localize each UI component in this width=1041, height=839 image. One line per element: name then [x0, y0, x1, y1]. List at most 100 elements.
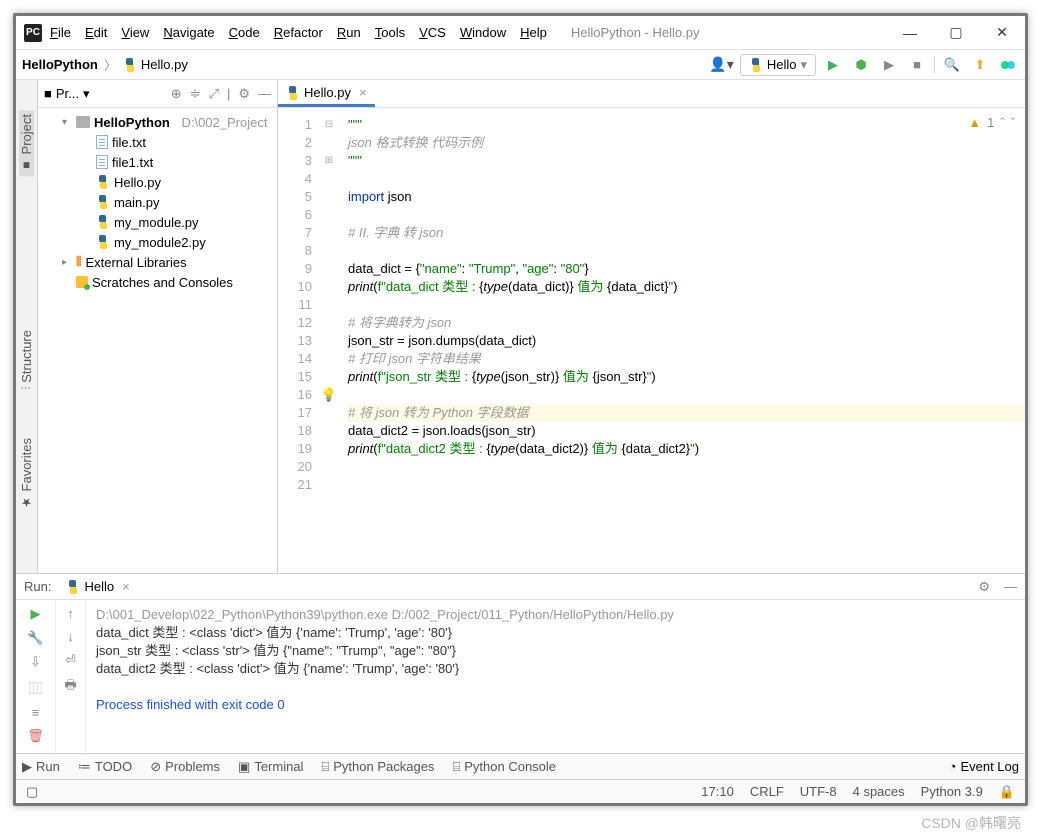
- code-line[interactable]: [348, 206, 1025, 224]
- expand-icon[interactable]: ≑: [190, 86, 201, 102]
- left-tab-structure[interactable]: ⫶ Structure: [19, 326, 34, 394]
- updates-button[interactable]: ⬆: [969, 54, 991, 76]
- tree-file[interactable]: Hello.py: [38, 172, 277, 192]
- tree-external-libraries[interactable]: ▸⫴ External Libraries: [38, 252, 277, 272]
- editor-tab-hello[interactable]: Hello.py ×: [278, 81, 375, 107]
- code-line[interactable]: print(f"data_dict2 类型 : {type(data_dict2…: [348, 440, 1025, 458]
- warning-icon[interactable]: ▲: [968, 114, 981, 132]
- coverage-button[interactable]: ▶: [878, 54, 900, 76]
- wrap-icon[interactable]: ⏎: [65, 652, 76, 668]
- code-line[interactable]: [348, 386, 1025, 404]
- down-icon[interactable]: ⇩: [30, 654, 41, 670]
- line-separator[interactable]: CRLF: [750, 784, 784, 799]
- indent-setting[interactable]: 4 spaces: [853, 784, 905, 799]
- python-interpreter[interactable]: Python 3.9: [921, 784, 983, 799]
- close-button[interactable]: ✕: [979, 16, 1025, 50]
- tree-file[interactable]: file1.txt: [38, 152, 277, 172]
- collapse-icon[interactable]: ⤢: [209, 86, 219, 102]
- maximize-button[interactable]: ▢: [933, 16, 979, 50]
- lock-icon[interactable]: 🔒: [999, 784, 1015, 800]
- tree-scratches[interactable]: Scratches and Consoles: [38, 272, 277, 292]
- menu-tools[interactable]: Tools: [375, 25, 405, 40]
- locate-icon[interactable]: ⊕: [171, 86, 182, 102]
- chevron-down-icon[interactable]: ˇ: [1011, 114, 1015, 132]
- status-indicator-icon[interactable]: ▢: [26, 784, 38, 800]
- tree-file[interactable]: main.py: [38, 192, 277, 212]
- code-line[interactable]: data_dict2 = json.loads(json_str): [348, 422, 1025, 440]
- code-line[interactable]: [348, 296, 1025, 314]
- menu-help[interactable]: Help: [520, 25, 547, 40]
- code-line[interactable]: # II. 字典 转 json: [348, 224, 1025, 242]
- menu-refactor[interactable]: Refactor: [274, 25, 323, 40]
- menu-code[interactable]: Code: [229, 25, 260, 40]
- left-tab-project[interactable]: ■ Project: [19, 110, 34, 176]
- run-settings-icon[interactable]: ⚙: [978, 579, 990, 595]
- debug-button[interactable]: ⬢: [850, 54, 872, 76]
- bottom-tab-python-packages[interactable]: ⌸Python Packages: [321, 759, 434, 775]
- menu-navigate[interactable]: Navigate: [163, 25, 214, 40]
- settings-icon[interactable]: ⚙: [238, 86, 250, 102]
- code-line[interactable]: data_dict = {"name": "Trump", "age": "80…: [348, 260, 1025, 278]
- run-tab-hello[interactable]: Hello ×: [59, 576, 136, 597]
- menu-run[interactable]: Run: [337, 25, 361, 40]
- breadcrumb-project[interactable]: HelloPython: [22, 57, 98, 72]
- code-line[interactable]: print(f"json_str 类型 : {type(json_str)} 值…: [348, 368, 1025, 386]
- caret-position[interactable]: 17:10: [701, 784, 734, 799]
- ide-button[interactable]: [997, 54, 1019, 76]
- search-button[interactable]: 🔍: [941, 54, 963, 76]
- bottom-tab-run[interactable]: ▶Run: [22, 759, 60, 775]
- code-line[interactable]: [348, 476, 1025, 494]
- bottom-tab-todo[interactable]: ≔TODO: [78, 759, 132, 775]
- event-log-button[interactable]: ◔Event Log: [949, 759, 1019, 774]
- menu-window[interactable]: Window: [460, 25, 506, 40]
- code-line[interactable]: print(f"data_dict 类型 : {type(data_dict)}…: [348, 278, 1025, 296]
- wrench-icon[interactable]: 🔧: [27, 630, 43, 646]
- run-button[interactable]: ▶: [822, 54, 844, 76]
- sidebar-title[interactable]: ■ Pr... ▾: [44, 86, 90, 102]
- tree-file[interactable]: my_module2.py: [38, 232, 277, 252]
- hide-icon[interactable]: —: [258, 86, 271, 102]
- code-line[interactable]: [348, 170, 1025, 188]
- menu-vcs[interactable]: VCS: [419, 25, 446, 40]
- menu-file[interactable]: File: [50, 25, 71, 40]
- print-icon[interactable]: 🖶: [64, 676, 76, 698]
- menu-edit[interactable]: Edit: [85, 25, 107, 40]
- menu-view[interactable]: View: [121, 25, 149, 40]
- code-line[interactable]: [348, 458, 1025, 476]
- code-line[interactable]: # 打印 json 字符串结果: [348, 350, 1025, 368]
- rerun-icon[interactable]: ▶: [31, 606, 41, 622]
- file-encoding[interactable]: UTF-8: [800, 784, 837, 799]
- up-arrow-icon[interactable]: ↑: [67, 606, 74, 621]
- code-editor[interactable]: 123456789101112131415161718192021 ⊟⊞💡 ""…: [278, 108, 1025, 573]
- layout-icon[interactable]: ⿲: [29, 678, 42, 697]
- filter-icon[interactable]: ≡: [32, 705, 40, 720]
- tree-file[interactable]: my_module.py: [38, 212, 277, 232]
- console-output[interactable]: D:\001_Develop\022_Python\Python39\pytho…: [86, 600, 1025, 753]
- down-arrow-icon[interactable]: ↓: [67, 629, 74, 644]
- code-line[interactable]: """: [348, 152, 1025, 170]
- bottom-tab-terminal[interactable]: ▣Terminal: [238, 759, 303, 775]
- run-label: Run:: [24, 579, 51, 594]
- left-tab-favorites[interactable]: ★ Favorites: [19, 434, 34, 513]
- chevron-up-icon[interactable]: ˆ: [1000, 114, 1004, 132]
- run-config-selector[interactable]: Hello ▾: [740, 54, 816, 76]
- breadcrumb-file[interactable]: Hello.py: [141, 57, 188, 72]
- code-line[interactable]: json_str = json.dumps(data_dict): [348, 332, 1025, 350]
- delete-icon[interactable]: 🗑: [27, 728, 44, 744]
- close-tab-icon[interactable]: ×: [359, 85, 367, 100]
- code-line[interactable]: import json: [348, 188, 1025, 206]
- code-line[interactable]: # 将 json 转为 Python 字段数据: [348, 404, 1025, 422]
- bottom-tab-python-console[interactable]: ⌸Python Console: [452, 759, 556, 775]
- minimize-button[interactable]: —: [887, 16, 933, 50]
- code-line[interactable]: json 格式转换 代码示例: [348, 134, 1025, 152]
- folder-icon: [76, 116, 90, 128]
- tree-file[interactable]: file.txt: [38, 132, 277, 152]
- run-hide-icon[interactable]: —: [1004, 579, 1017, 594]
- user-icon[interactable]: 👤▾: [709, 56, 733, 73]
- bottom-tab-problems[interactable]: ⊘Problems: [150, 759, 220, 775]
- code-line[interactable]: """: [348, 116, 1025, 134]
- tree-project-root[interactable]: ▾ HelloPython D:\002_Project: [38, 112, 277, 132]
- stop-button[interactable]: ■: [906, 54, 928, 76]
- code-line[interactable]: [348, 242, 1025, 260]
- code-line[interactable]: # 将字典转为 json: [348, 314, 1025, 332]
